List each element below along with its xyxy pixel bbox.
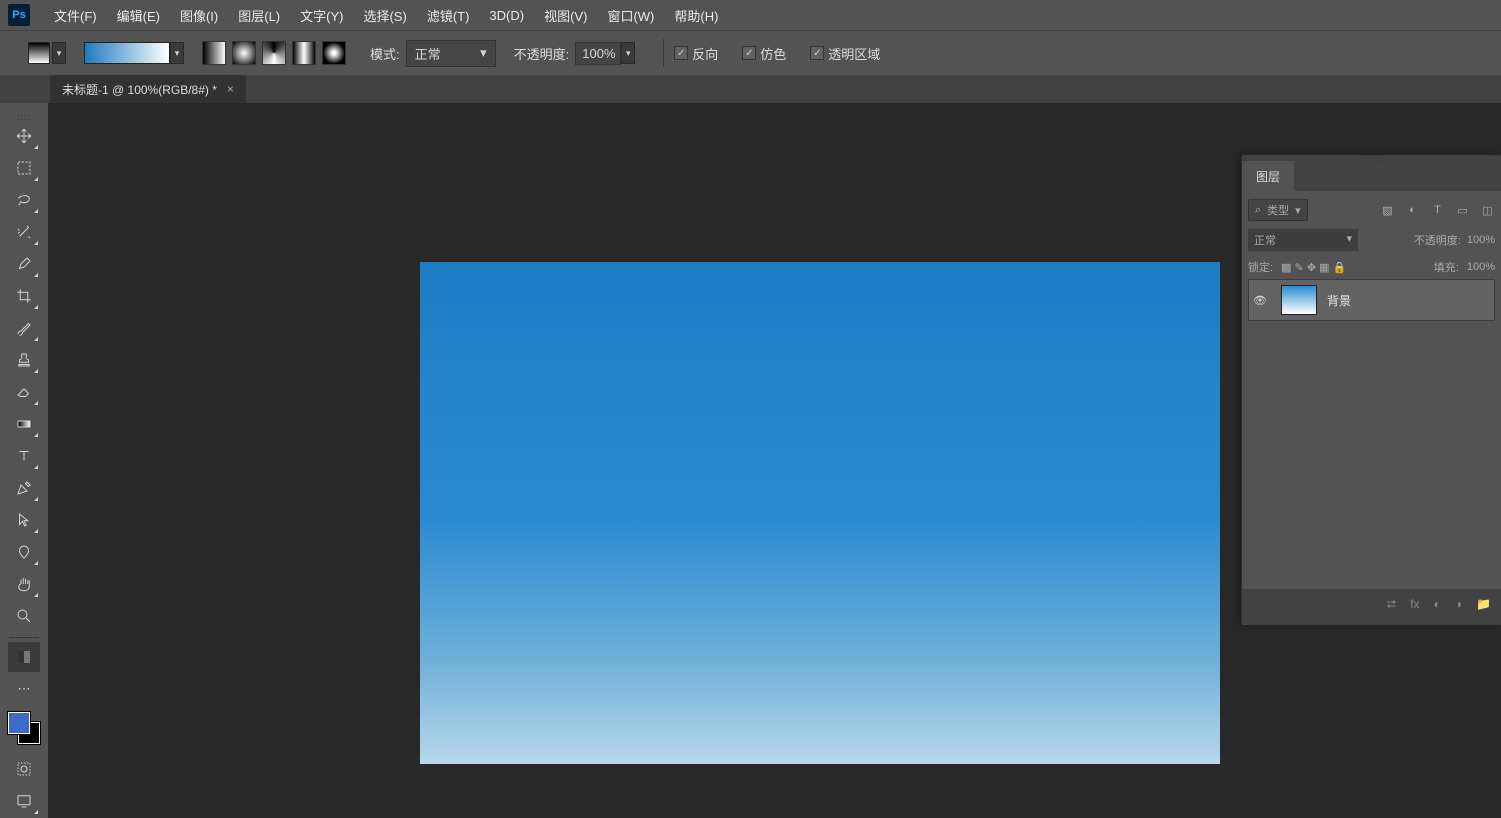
opacity-label: 不透明度:: [514, 44, 570, 63]
tool-preset-swatch[interactable]: [28, 42, 50, 64]
menu-help[interactable]: 帮助(H): [664, 0, 728, 30]
opacity-field[interactable]: 100%: [575, 42, 621, 65]
gradient-editor-swatch[interactable]: [84, 42, 170, 64]
layer-opacity-value[interactable]: 100%: [1467, 234, 1495, 246]
gradient-tool[interactable]: [8, 409, 40, 439]
tools-panel: :::: ⋯: [0, 103, 48, 818]
mode-label: 模式:: [370, 44, 400, 63]
fill-label: 填充:: [1434, 259, 1459, 275]
layer-thumbnail[interactable]: [1281, 285, 1317, 315]
hand-tool[interactable]: [8, 569, 40, 599]
type-tool[interactable]: [8, 441, 40, 471]
filter-smart-icon[interactable]: ◫: [1480, 203, 1495, 218]
separator: [9, 637, 39, 638]
toolbar-more[interactable]: ⋯: [8, 674, 40, 704]
layer-row[interactable]: 👁 背景: [1248, 279, 1495, 321]
filter-pixel-icon[interactable]: ▧: [1380, 203, 1395, 218]
panel-grip-bottom[interactable]: ::::::: [1242, 619, 1501, 625]
gradient-linear-button[interactable]: [202, 41, 226, 65]
layer-group-icon[interactable]: 📁: [1476, 597, 1491, 611]
app-logo: Ps: [8, 4, 30, 26]
gradient-radial-button[interactable]: [232, 41, 256, 65]
layer-name[interactable]: 背景: [1327, 292, 1351, 309]
tool-preset-dropdown[interactable]: ▾: [52, 42, 66, 64]
pen-tool[interactable]: [8, 473, 40, 503]
crop-tool[interactable]: [8, 281, 40, 311]
dither-label: 仿色: [760, 44, 786, 63]
document-tab-bar: 未标题-1 @ 100%(RGB/8#) * ×: [0, 75, 1501, 103]
lock-position-icon[interactable]: ✥: [1307, 262, 1316, 274]
divider: [663, 39, 664, 67]
zoom-tool[interactable]: [8, 601, 40, 631]
menu-window[interactable]: 窗口(W): [597, 0, 664, 30]
layers-panel: :::::: 图层 ⌕ 类型▾ ▧ ◐ T ▭ ◫ 正常▾ 不透明度: 100%…: [1241, 155, 1501, 625]
stamp-tool[interactable]: [8, 345, 40, 375]
visibility-icon[interactable]: 👁: [1253, 294, 1271, 307]
link-layers-icon[interactable]: ⮂: [1387, 597, 1397, 612]
layers-panel-footer: ⮂ fx ◐ ◑ 📁: [1242, 589, 1501, 619]
transparency-label: 透明区域: [828, 44, 880, 63]
opacity-dropdown[interactable]: ▾: [621, 42, 635, 64]
shape-tool[interactable]: [8, 537, 40, 567]
layer-mask-icon[interactable]: ◐: [1434, 597, 1441, 611]
foreground-color-swatch[interactable]: [8, 712, 30, 734]
layers-tab[interactable]: 图层: [1242, 161, 1294, 191]
menu-layer[interactable]: 图层(L): [228, 0, 290, 30]
move-tool[interactable]: [8, 121, 40, 151]
panel-tabs: 图层: [1242, 161, 1501, 191]
reverse-label: 反向: [692, 44, 718, 63]
lock-all-icon[interactable]: 🔒: [1333, 262, 1347, 274]
gradient-angle-button[interactable]: [262, 41, 286, 65]
eyedropper-tool[interactable]: [8, 249, 40, 279]
magic-wand-tool[interactable]: [8, 217, 40, 247]
lasso-tool[interactable]: [8, 185, 40, 215]
menu-bar: Ps 文件(F) 编辑(E) 图像(I) 图层(L) 文字(Y) 选择(S) 滤…: [0, 0, 1501, 30]
dither-checkbox[interactable]: ✓: [742, 46, 756, 60]
layer-blend-select[interactable]: 正常▾: [1248, 229, 1358, 251]
document-canvas[interactable]: [420, 262, 1220, 764]
blend-mode-select[interactable]: 正常▾: [406, 40, 496, 67]
quickmask-button[interactable]: [8, 754, 40, 784]
close-icon[interactable]: ×: [227, 82, 234, 96]
layers-empty-area: [1248, 321, 1495, 581]
layer-opacity-label: 不透明度:: [1414, 232, 1461, 248]
lock-artboard-icon[interactable]: ▦: [1319, 262, 1329, 274]
filter-shape-icon[interactable]: ▭: [1455, 203, 1470, 218]
color-swatches[interactable]: [8, 712, 40, 744]
document-tab-title: 未标题-1 @ 100%(RGB/8#) *: [62, 81, 217, 98]
layer-fx-icon[interactable]: fx: [1410, 597, 1419, 611]
gradient-diamond-button[interactable]: [322, 41, 346, 65]
menu-view[interactable]: 视图(V): [534, 0, 597, 30]
marquee-tool[interactable]: [8, 153, 40, 183]
brush-tool[interactable]: [8, 313, 40, 343]
options-bar: ▾ ▾ 模式: 正常▾ 不透明度: 100% ▾ ✓ 反向 ✓ 仿色 ✓ 透明区…: [0, 30, 1501, 75]
lock-label: 锁定:: [1248, 259, 1273, 275]
eraser-tool[interactable]: [8, 377, 40, 407]
menu-select[interactable]: 选择(S): [353, 0, 416, 30]
document-tab[interactable]: 未标题-1 @ 100%(RGB/8#) * ×: [50, 75, 246, 103]
search-icon: ⌕: [1255, 204, 1261, 217]
panel-grip[interactable]: ::::: [9, 113, 39, 121]
adjustment-layer-icon[interactable]: ◑: [1455, 597, 1462, 611]
menu-type[interactable]: 文字(Y): [290, 0, 353, 30]
menu-3d[interactable]: 3D(D): [479, 0, 534, 30]
menu-file[interactable]: 文件(F): [44, 0, 107, 30]
gradient-reflected-button[interactable]: [292, 41, 316, 65]
menu-edit[interactable]: 编辑(E): [107, 0, 170, 30]
layer-filter-type[interactable]: ⌕ 类型▾: [1248, 199, 1308, 221]
gradient-picker-dropdown[interactable]: ▾: [170, 42, 184, 64]
screenmode-button[interactable]: [8, 786, 40, 816]
transparency-checkbox[interactable]: ✓: [810, 46, 824, 60]
filter-adjust-icon[interactable]: ◐: [1405, 203, 1420, 218]
filter-type-icon[interactable]: T: [1430, 203, 1445, 218]
reverse-checkbox[interactable]: ✓: [674, 46, 688, 60]
lock-paint-icon[interactable]: ✎: [1295, 262, 1304, 274]
menu-image[interactable]: 图像(I): [170, 0, 228, 30]
edit-toolbar-button[interactable]: [8, 642, 40, 672]
fill-value[interactable]: 100%: [1467, 261, 1495, 273]
lock-transparent-icon[interactable]: ▩: [1281, 262, 1291, 274]
path-select-tool[interactable]: [8, 505, 40, 535]
menu-filter[interactable]: 滤镜(T): [417, 0, 480, 30]
